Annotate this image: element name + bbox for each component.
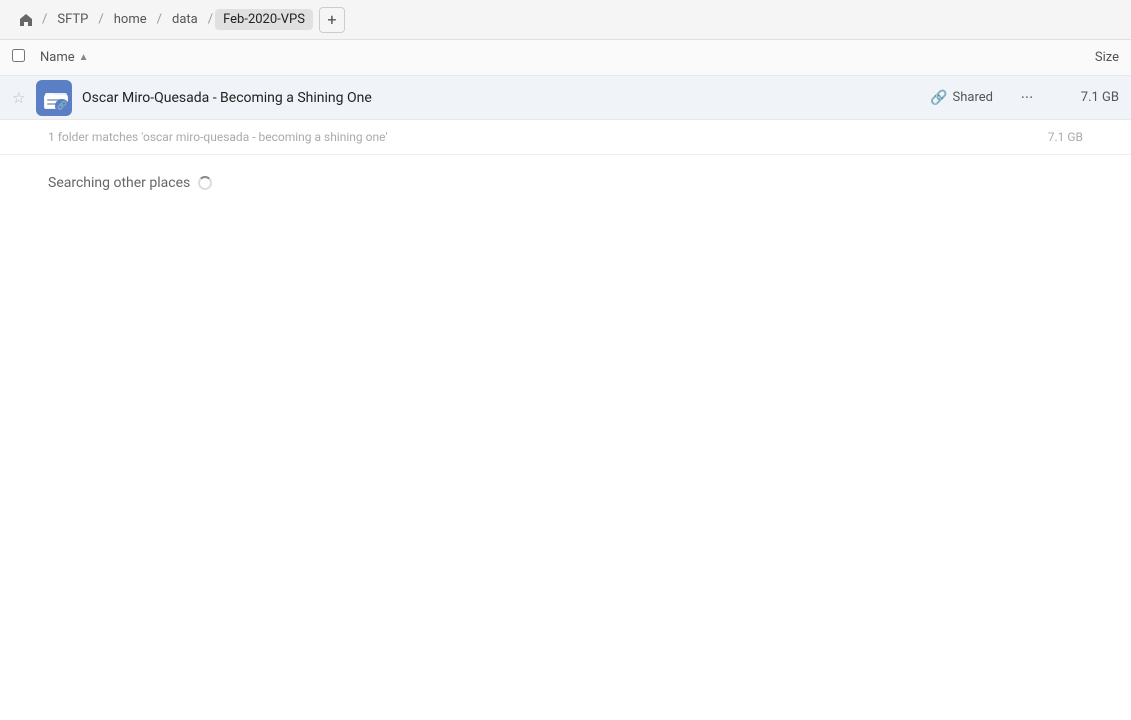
folder-icon: 🔗: [36, 80, 72, 116]
home-button[interactable]: [12, 6, 40, 34]
sort-icon: ▲: [79, 52, 89, 63]
top-bar: / SFTP / home / data / Feb-2020-VPS +: [0, 0, 1131, 40]
loading-spinner: [198, 176, 212, 190]
breadcrumb-sep-2: /: [98, 12, 103, 27]
name-column-header[interactable]: Name ▲: [40, 50, 1039, 65]
breadcrumb-home[interactable]: home: [106, 9, 155, 30]
file-name: Oscar Miro-Quesada - Becoming a Shining …: [82, 90, 930, 106]
shared-badge: 🔗 Shared: [930, 90, 993, 106]
file-size: 7.1 GB: [1049, 90, 1119, 105]
search-total-size: 7.1 GB: [1048, 130, 1083, 144]
searching-label: Searching other places: [48, 175, 1083, 191]
breadcrumb-data[interactable]: data: [164, 9, 206, 30]
searching-section: Searching other places: [0, 155, 1131, 211]
add-tab-button[interactable]: +: [319, 7, 345, 33]
checkbox-all[interactable]: [12, 49, 25, 62]
search-match-text: 1 folder matches 'oscar miro-quesada - b…: [48, 130, 387, 144]
breadcrumb-feb-2020-vps[interactable]: Feb-2020-VPS: [215, 9, 313, 30]
size-column-header: Size: [1039, 50, 1119, 65]
shared-link-icon: 🔗: [930, 90, 947, 106]
file-row[interactable]: ☆ 🔗 Oscar Miro-Quesada - Becoming a Shin…: [0, 76, 1131, 120]
column-header: Name ▲ Size: [0, 40, 1131, 76]
breadcrumb-sep-1: /: [42, 12, 47, 27]
shared-label: Shared: [953, 90, 993, 105]
breadcrumb-sep-4: /: [208, 12, 213, 27]
breadcrumb-sftp[interactable]: SFTP: [49, 9, 96, 30]
more-options-button[interactable]: ···: [1013, 84, 1041, 112]
breadcrumb-sep-3: /: [157, 12, 162, 27]
search-info-bar: 1 folder matches 'oscar miro-quesada - b…: [0, 120, 1131, 155]
select-all-checkbox[interactable]: [12, 49, 40, 66]
star-button[interactable]: ☆: [12, 89, 36, 107]
